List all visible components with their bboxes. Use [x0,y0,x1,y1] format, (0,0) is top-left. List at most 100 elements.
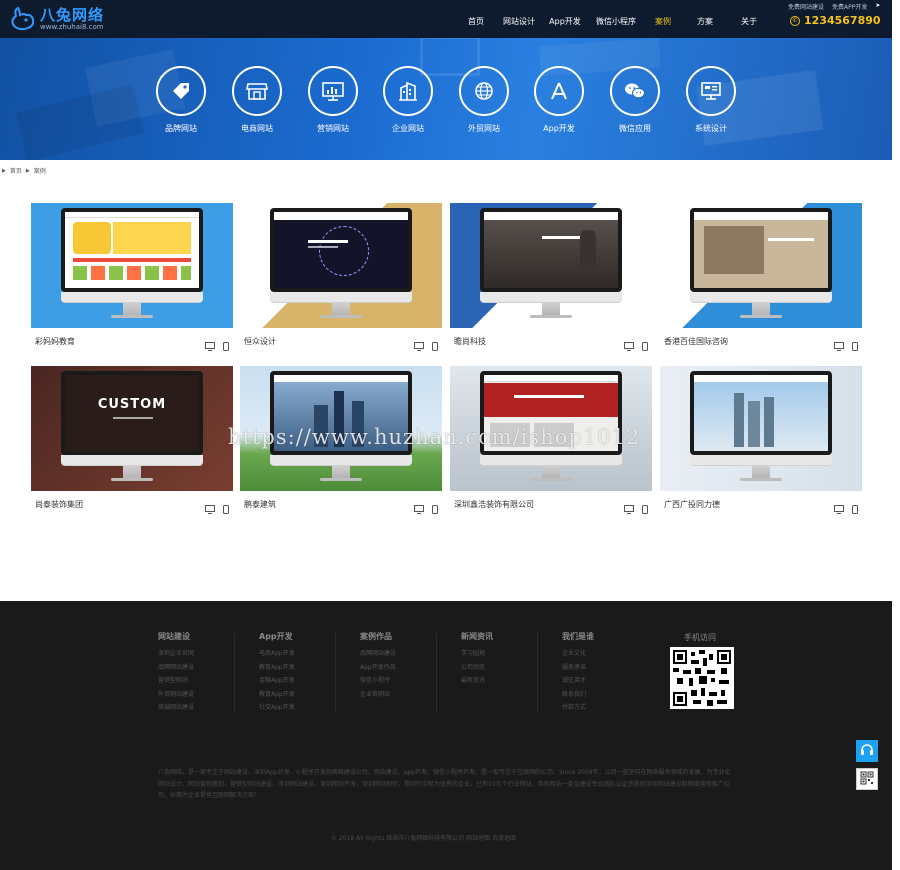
case-thumbnail[interactable] [450,366,652,491]
case-thumbnail[interactable] [31,203,233,328]
category-system-design[interactable]: 系统设计 [676,66,746,134]
nav-app-dev[interactable]: App开发 [541,0,589,38]
footer-link[interactable]: 金融App开发 [259,674,295,688]
nav-home[interactable]: 首页 [455,0,497,38]
footer-link[interactable]: 社交App开发 [259,701,295,715]
nav-solutions[interactable]: 方案 [683,0,727,38]
case-title[interactable]: 香港百佳国际咨询 [664,336,728,347]
case-title[interactable]: 尚泰装饰集团 [35,499,83,510]
mobile-icon[interactable] [642,336,648,355]
mobile-icon[interactable] [223,336,229,355]
footer-column-website: 网站建设 深圳企业官网 品牌网站建设 营销型网站 外贸网站建设 商城网站建设 [158,631,194,715]
breadcrumb-separator-icon: ▶ [25,167,30,174]
free-app-link[interactable]: 免费APP开发 [832,2,867,11]
case-thumbnail[interactable] [660,366,862,491]
case-thumbnail[interactable]: CUSTOM [31,366,233,491]
category-label: 系统设计 [695,124,727,133]
footer-link[interactable]: 学习园地 [461,647,493,661]
case-thumbnail[interactable] [660,203,862,328]
mobile-icon[interactable] [852,499,858,518]
case-card[interactable]: 深圳鑫浩装饰有限公司 [450,366,652,516]
category-banner: 品牌网站 电商网站 营销网站 企业网站 外贸网站 App开发 微信应用 系统设计 [0,38,892,160]
case-card[interactable]: 香港百佳国际咨询 [660,203,862,353]
breadcrumb-arrow-icon: ▶ [2,167,6,174]
category-app-dev[interactable]: App开发 [524,66,594,134]
desktop-icon[interactable] [624,336,634,355]
case-card[interactable]: 广西广投同力德 [660,366,862,516]
footer-link[interactable]: 教育App开发 [259,661,295,675]
desktop-icon[interactable] [205,336,215,355]
footer-column-about: 我们是谁 企业文化 服务承诺 诚征英才 联系我们 付款方式 [562,631,594,715]
send-icon[interactable]: ➤ [875,2,880,11]
case-title[interactable]: 彩妈妈教育 [35,336,75,347]
footer-link[interactable]: 微信小程序 [360,674,396,688]
desktop-icon[interactable] [624,499,634,518]
case-card[interactable]: 鹏泰建筑 [240,366,442,516]
case-card[interactable]: 恒众设计 [240,203,442,353]
footer-link[interactable]: 企业文化 [562,647,594,661]
nav-mini-program[interactable]: 微信小程序 [589,0,643,38]
customer-service-button[interactable] [856,740,878,762]
case-title[interactable]: 恒众设计 [244,336,276,347]
nav-web-design[interactable]: 网站设计 [497,0,541,38]
footer-link[interactable]: 品牌网站建设 [360,647,396,661]
mobile-icon[interactable] [432,499,438,518]
headset-icon [860,742,874,761]
free-website-link[interactable]: 免费网站建设 [788,2,824,11]
store-icon [232,66,282,116]
footer-link[interactable]: 最新资讯 [461,674,493,688]
case-card[interactable]: 瞻尚科技 [450,203,652,353]
mobile-icon[interactable] [852,336,858,355]
category-enterprise-website[interactable]: 企业网站 [373,66,443,134]
footer-link[interactable]: 公司动态 [461,661,493,675]
case-title[interactable]: 广西广投同力德 [664,499,720,510]
mobile-icon[interactable] [223,499,229,518]
footer-link[interactable]: 付款方式 [562,701,594,715]
desktop-icon[interactable] [414,499,424,518]
site-logo[interactable]: 八兔网络 www.zhuhai8.com [8,4,104,34]
footer-link[interactable]: 诚征英才 [562,674,594,688]
footer-link[interactable]: 深圳企业官网 [158,647,194,661]
case-thumbnail[interactable] [240,366,442,491]
category-brand-website[interactable]: 品牌网站 [146,66,216,134]
qr-code-button[interactable] [856,768,878,790]
case-title[interactable]: 瞻尚科技 [454,336,486,347]
wechat-icon [610,66,660,116]
case-thumbnail[interactable] [240,203,442,328]
desktop-icon[interactable] [834,499,844,518]
footer-link[interactable]: 联系我们 [562,688,594,702]
footer-link[interactable]: 外贸网站建设 [158,688,194,702]
desktop-icon[interactable] [205,499,215,518]
category-ecommerce-website[interactable]: 电商网站 [222,66,292,134]
footer-link[interactable]: App开发作品 [360,661,396,675]
case-card[interactable]: CUSTOM 尚泰装饰集团 [31,366,233,516]
case-thumbnail[interactable] [450,203,652,328]
footer-link[interactable]: 营销型网站 [158,674,194,688]
footer-link[interactable]: 教育App开发 [259,688,295,702]
category-label: 企业网站 [392,124,424,133]
footer-link[interactable]: 品牌网站建设 [158,661,194,675]
footer-column-title: App开发 [259,632,293,641]
globe-icon [459,66,509,116]
mobile-icon[interactable] [642,499,648,518]
nav-cases[interactable]: 案例 [643,0,683,38]
footer-link[interactable]: 服务承诺 [562,661,594,675]
rabbit-logo-icon [8,6,36,32]
case-title[interactable]: 鹏泰建筑 [244,499,276,510]
breadcrumb-home[interactable]: 首页 [10,166,22,175]
case-card[interactable]: 彩妈妈教育 [31,203,233,353]
mobile-icon[interactable] [432,336,438,355]
qr-icon [860,770,874,789]
phone-text: 1234567890 [804,14,881,27]
desktop-icon[interactable] [414,336,424,355]
desktop-icon[interactable] [834,336,844,355]
footer-link[interactable]: 电商App开发 [259,647,295,661]
phone-number[interactable]: ✆ 1234567890 [790,14,881,27]
footer-link[interactable]: 企业官网站 [360,688,396,702]
category-wechat-apps[interactable]: 微信应用 [600,66,670,134]
category-foreign-trade-website[interactable]: 外贸网站 [449,66,519,134]
nav-about[interactable]: 关于 [727,0,771,38]
category-marketing-website[interactable]: 营销网站 [298,66,368,134]
footer-link[interactable]: 商城网站建设 [158,701,194,715]
case-title[interactable]: 深圳鑫浩装饰有限公司 [454,499,534,510]
